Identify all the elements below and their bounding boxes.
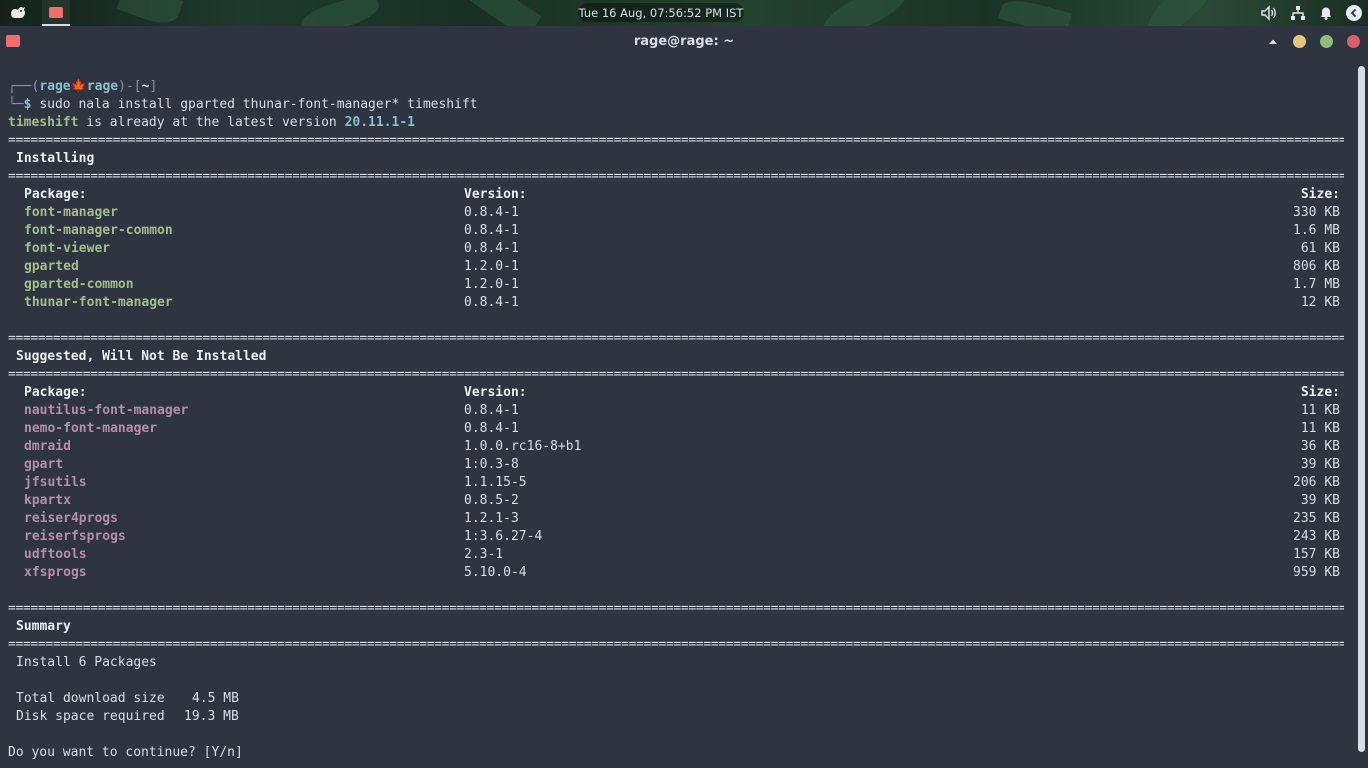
table-row-version: 1.2.1-3 [464, 511, 519, 526]
prompt-line: ┌──(rage🍁rage)-[~] [8, 79, 158, 94]
table-row-size: 206 KB [1293, 475, 1340, 490]
table-row-package: nemo-font-manager [24, 421, 158, 436]
summary-title: Summary [16, 619, 71, 634]
command-text: sudo nala install gparted thunar-font-ma… [39, 97, 478, 112]
table-row-version: 5.10.0-4 [464, 565, 527, 580]
table-row-package: xfsprogs [24, 565, 87, 580]
shade-button[interactable] [1266, 35, 1279, 48]
table-row-size: 36 KB [1300, 439, 1340, 454]
separator: ========================================… [8, 367, 1344, 382]
table-row-size: 235 KB [1293, 511, 1340, 526]
table-row-package: kpartx [24, 493, 71, 508]
table-row-size: 1.7 MB [1293, 277, 1340, 292]
table-row-package: thunar-font-manager [24, 295, 173, 310]
table-row-package: reiserfsprogs [24, 529, 126, 544]
table-row-package: font-manager-common [24, 223, 173, 238]
installing-title: Installing [16, 151, 95, 166]
already-latest-line: timeshift is already at the latest versi… [8, 115, 416, 130]
terminal-task-button[interactable] [42, 0, 70, 26]
table-row-version: 0.8.4-1 [464, 403, 519, 418]
window-title: rage@rage: ~ [633, 34, 735, 49]
table-row-version: 1.1.15-5 [464, 475, 527, 490]
separator: ========================================… [8, 331, 1344, 346]
table-row-size: 157 KB [1293, 547, 1340, 562]
table-row-version: 0.8.4-1 [464, 223, 519, 238]
close-button[interactable] [1347, 35, 1360, 48]
installing-col-version: Version: [464, 187, 527, 202]
table-row-size: 330 KB [1293, 205, 1340, 220]
table-row-version: 1.2.0-1 [464, 259, 519, 274]
table-row-version: 1.2.0-1 [464, 277, 519, 292]
maximize-button[interactable] [1320, 35, 1333, 48]
summary-install: Install 6 Packages [16, 655, 157, 670]
separator: ========================================… [8, 169, 1344, 184]
table-row-size: 12 KB [1300, 295, 1340, 310]
table-row-version: 0.8.4-1 [464, 241, 519, 256]
summary-download-label: Total download size [16, 691, 165, 706]
table-row-package: nautilus-font-manager [24, 403, 189, 418]
chevron-up-icon [1268, 39, 1277, 44]
table-row-size: 1.6 MB [1293, 223, 1340, 238]
whisker-menu-icon[interactable] [4, 0, 32, 26]
continue-prompt[interactable]: Do you want to continue? [Y/n] [8, 744, 243, 762]
table-row-size: 11 KB [1300, 403, 1340, 418]
table-row-size: 959 KB [1293, 565, 1340, 580]
table-row-size: 61 KB [1300, 241, 1340, 256]
scrollbar[interactable] [1358, 66, 1365, 752]
clock[interactable]: Tue 16 Aug, 07:56:52 PM IST [578, 3, 744, 22]
summary-disk-value: 19.3 MB [184, 709, 239, 724]
prompt-user: rage [39, 79, 71, 94]
table-row-version: 0.8.5-2 [464, 493, 519, 508]
suggested-title: Suggested, Will Not Be Installed [16, 349, 267, 364]
terminal-area[interactable] [0, 58, 1356, 768]
separator: ========================================… [8, 133, 1344, 148]
table-row-version: 0.8.4-1 [464, 205, 519, 220]
table-row-version: 0.8.4-1 [464, 421, 519, 436]
separator: ========================================… [8, 601, 1344, 616]
table-row-package: udftools [24, 547, 87, 562]
summary-disk-label: Disk space required [16, 709, 165, 724]
table-row-version: 0.8.4-1 [464, 295, 519, 310]
table-row-package: dmraid [24, 439, 71, 454]
separator: ========================================… [8, 637, 1344, 652]
table-row-version: 1.0.0.rc16-8+b1 [464, 439, 582, 454]
table-row-size: 39 KB [1300, 457, 1340, 472]
suggested-col-size: Size: [1300, 385, 1340, 400]
table-row-size: 806 KB [1293, 259, 1340, 274]
table-row-package: gparted-common [24, 277, 134, 292]
volume-icon[interactable] [1260, 5, 1278, 21]
table-row-size: 11 KB [1300, 421, 1340, 436]
summary-download-value: 4.5 MB [192, 691, 239, 706]
installing-col-package: Package: [24, 187, 87, 202]
network-icon[interactable] [1290, 5, 1306, 21]
suggested-col-package: Package: [24, 385, 87, 400]
table-row-version: 2.3-1 [464, 547, 504, 562]
command-line: └─$ sudo nala install gparted thunar-fon… [8, 97, 478, 112]
prompt-host: rage [86, 79, 119, 94]
table-row-version: 1:0.3-8 [464, 457, 519, 472]
terminal-task-icon [49, 6, 63, 18]
minimize-button[interactable] [1293, 35, 1306, 48]
table-row-package: reiser4progs [24, 511, 118, 526]
table-row-package: jfsutils [24, 475, 87, 490]
table-row-package: font-manager [24, 205, 118, 220]
window-titlebar[interactable]: rage@rage: ~ [0, 26, 1368, 58]
bell-icon[interactable] [1318, 5, 1334, 21]
suggested-col-version: Version: [464, 385, 527, 400]
top-panel: Tue 16 Aug, 07:56:52 PM IST [0, 0, 1368, 26]
table-row-package: font-viewer [24, 241, 111, 256]
prev-workspace-icon[interactable] [1346, 5, 1362, 21]
table-row-size: 243 KB [1293, 529, 1340, 544]
table-row-size: 39 KB [1300, 493, 1340, 508]
table-row-package: gparted [24, 259, 79, 274]
installing-col-size: Size: [1300, 187, 1340, 202]
table-row-package: gpart [24, 457, 64, 472]
table-row-version: 1:3.6.27-4 [464, 529, 543, 544]
